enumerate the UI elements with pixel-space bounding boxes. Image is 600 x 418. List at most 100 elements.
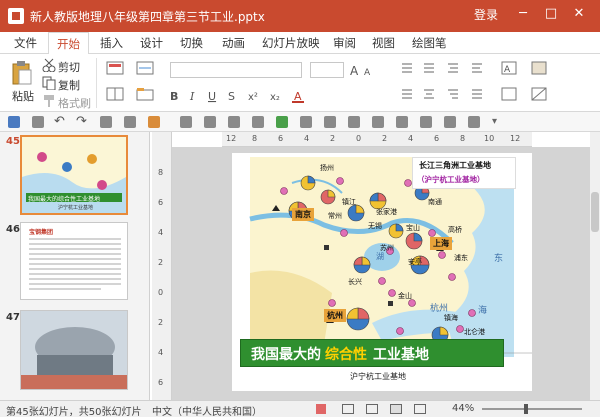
scrollbar-thumb[interactable] bbox=[591, 192, 599, 232]
info-icon[interactable] bbox=[468, 116, 480, 128]
picture-icon[interactable] bbox=[252, 116, 264, 128]
cut-button[interactable]: 剪切 bbox=[58, 59, 80, 75]
copy-icon[interactable] bbox=[42, 76, 56, 90]
tab-file[interactable]: 文件 bbox=[14, 35, 37, 51]
sorter-view-icon[interactable] bbox=[390, 404, 402, 414]
format-icon[interactable] bbox=[100, 116, 112, 128]
font-size-box[interactable] bbox=[310, 62, 344, 78]
video-icon[interactable] bbox=[420, 116, 432, 128]
chart-icon[interactable] bbox=[276, 116, 288, 128]
ribbon-separator bbox=[96, 58, 97, 108]
map-title: 长江三角洲工业基地 bbox=[419, 161, 491, 170]
ruler-tick: 8 bbox=[158, 168, 164, 177]
tab-draw[interactable]: 绘图笔 bbox=[412, 35, 447, 51]
svg-text:U: U bbox=[208, 90, 216, 103]
tab-home[interactable]: 开始 bbox=[48, 32, 89, 55]
flag-icon[interactable] bbox=[444, 116, 456, 128]
paste-label[interactable]: 粘贴 bbox=[12, 88, 34, 104]
symbol-icon[interactable] bbox=[348, 116, 360, 128]
paste-icon[interactable] bbox=[10, 60, 32, 86]
textbox-icon[interactable] bbox=[300, 116, 312, 128]
tab-insert[interactable]: 插入 bbox=[100, 35, 123, 51]
ruler-tick: 0 bbox=[356, 134, 362, 143]
tab-review[interactable]: 审阅 bbox=[333, 35, 356, 51]
svg-text:A: A bbox=[350, 64, 359, 77]
section-icon[interactable] bbox=[136, 86, 156, 104]
tab-slideshow[interactable]: 幻灯片放映 bbox=[262, 35, 320, 51]
vertical-ruler: 8 6 4 2 0 2 4 6 bbox=[152, 132, 172, 400]
undo-icon[interactable]: ↶ bbox=[54, 115, 66, 128]
more-icon[interactable]: ▾ bbox=[492, 116, 504, 128]
city-label: 镇海 bbox=[444, 314, 458, 322]
ribbon-tabs: 文件 开始 插入 设计 切换 动画 幻灯片放映 审阅 视图 绘图笔 bbox=[0, 32, 600, 55]
tab-transitions[interactable]: 切换 bbox=[180, 35, 203, 51]
normal-view-icon[interactable] bbox=[366, 404, 378, 414]
horizontal-ruler: 12 8 6 4 2 0 2 4 6 8 10 12 bbox=[222, 132, 532, 147]
tab-view[interactable]: 视图 bbox=[372, 35, 395, 51]
paragraph-icons[interactable]: A bbox=[398, 60, 578, 106]
slide-editor-canvas[interactable]: 长江三角洲工业基地 （沪宁杭工业基地） 扬州 镇江 南京 常州 无锡 张家港 南… bbox=[172, 147, 590, 400]
thumb-photo bbox=[21, 311, 127, 389]
ruler-tick: 8 bbox=[252, 134, 258, 143]
format-painter-icon[interactable] bbox=[42, 94, 56, 108]
shape-icon[interactable] bbox=[148, 116, 160, 128]
link-icon[interactable] bbox=[324, 116, 336, 128]
image-icon[interactable] bbox=[124, 116, 136, 128]
zoom-slider[interactable] bbox=[482, 408, 582, 410]
ruler-tick: 4 bbox=[408, 134, 414, 143]
audio-icon[interactable] bbox=[396, 116, 408, 128]
slide-thumb-47[interactable] bbox=[20, 310, 128, 390]
ruler-tick: 4 bbox=[158, 228, 164, 237]
slide-thumb-45[interactable]: 我国最大的综合性工业基地 沪宁杭工业基地 bbox=[20, 135, 128, 215]
save-icon[interactable] bbox=[8, 116, 20, 128]
reset-icon[interactable] bbox=[136, 60, 156, 78]
print-preview-icon[interactable] bbox=[204, 116, 216, 128]
new-slide-icon[interactable] bbox=[106, 60, 126, 78]
minimize-button[interactable]: ─ bbox=[512, 4, 534, 24]
close-button[interactable]: ✕ bbox=[568, 4, 590, 24]
cut-icon[interactable] bbox=[42, 58, 56, 72]
camera-icon[interactable] bbox=[372, 116, 384, 128]
city-label: 高桥 bbox=[448, 226, 462, 234]
map-water-label: 东 bbox=[494, 254, 504, 264]
slide-number: 47 bbox=[6, 312, 20, 323]
map-water-label: 杭州 bbox=[430, 304, 449, 314]
login-button[interactable]: 登录 bbox=[474, 6, 498, 23]
tab-design[interactable]: 设计 bbox=[140, 35, 163, 51]
spellcheck-icon[interactable] bbox=[316, 404, 326, 414]
title-bar: 新人教版地理八年级第四章第三节工业.pptx 登录 ─ □ ✕ bbox=[0, 0, 600, 32]
city-label-highlight: 南京 bbox=[292, 208, 314, 221]
vertical-scrollbar[interactable] bbox=[590, 132, 600, 400]
copy-button[interactable]: 复制 bbox=[58, 77, 80, 93]
maximize-button[interactable]: □ bbox=[540, 4, 562, 24]
thumb-subcaption: 沪宁杭工业基地 bbox=[58, 205, 94, 211]
format-painter-button[interactable]: 格式刷 bbox=[58, 95, 91, 111]
layout-icon[interactable] bbox=[106, 86, 126, 104]
city-label: 宝山 bbox=[406, 224, 420, 232]
font-grow-shrink-icon[interactable]: AA bbox=[350, 63, 390, 77]
city-label: 浦东 bbox=[454, 254, 468, 262]
svg-text:x₂: x₂ bbox=[270, 92, 280, 103]
thumb-text-lines bbox=[29, 238, 121, 290]
print-icon[interactable] bbox=[180, 116, 192, 128]
svg-text:B: B bbox=[170, 90, 178, 103]
ruler-tick: 4 bbox=[304, 134, 310, 143]
slideshow-view-icon[interactable] bbox=[414, 404, 426, 414]
zoom-slider-thumb[interactable] bbox=[524, 404, 528, 414]
tab-animations[interactable]: 动画 bbox=[222, 35, 245, 51]
table-icon[interactable] bbox=[228, 116, 240, 128]
redo-icon[interactable]: ↷ bbox=[76, 115, 88, 128]
slide-45[interactable]: 长江三角洲工业基地 （沪宁杭工业基地） 扬州 镇江 南京 常州 无锡 张家港 南… bbox=[232, 153, 532, 391]
language-status[interactable]: 中文（中华人民共和国） bbox=[152, 403, 262, 418]
city-label: 南通 bbox=[428, 198, 442, 206]
slide-thumb-46[interactable]: 宝钢集团 bbox=[20, 222, 128, 300]
notes-view-icon[interactable] bbox=[342, 404, 354, 414]
city-label: 扬州 bbox=[320, 164, 334, 172]
text-format-icons[interactable]: B I U S x² x₂ A bbox=[170, 88, 370, 104]
zoom-level[interactable]: 44% bbox=[452, 403, 474, 414]
thumb-caption: 我国最大的综合性工业基地 bbox=[28, 196, 101, 203]
city-label: 金山 bbox=[398, 292, 412, 300]
font-name-box[interactable] bbox=[170, 62, 302, 78]
new-icon[interactable] bbox=[32, 116, 44, 128]
banner-text-post: 工业基地 bbox=[373, 347, 429, 363]
